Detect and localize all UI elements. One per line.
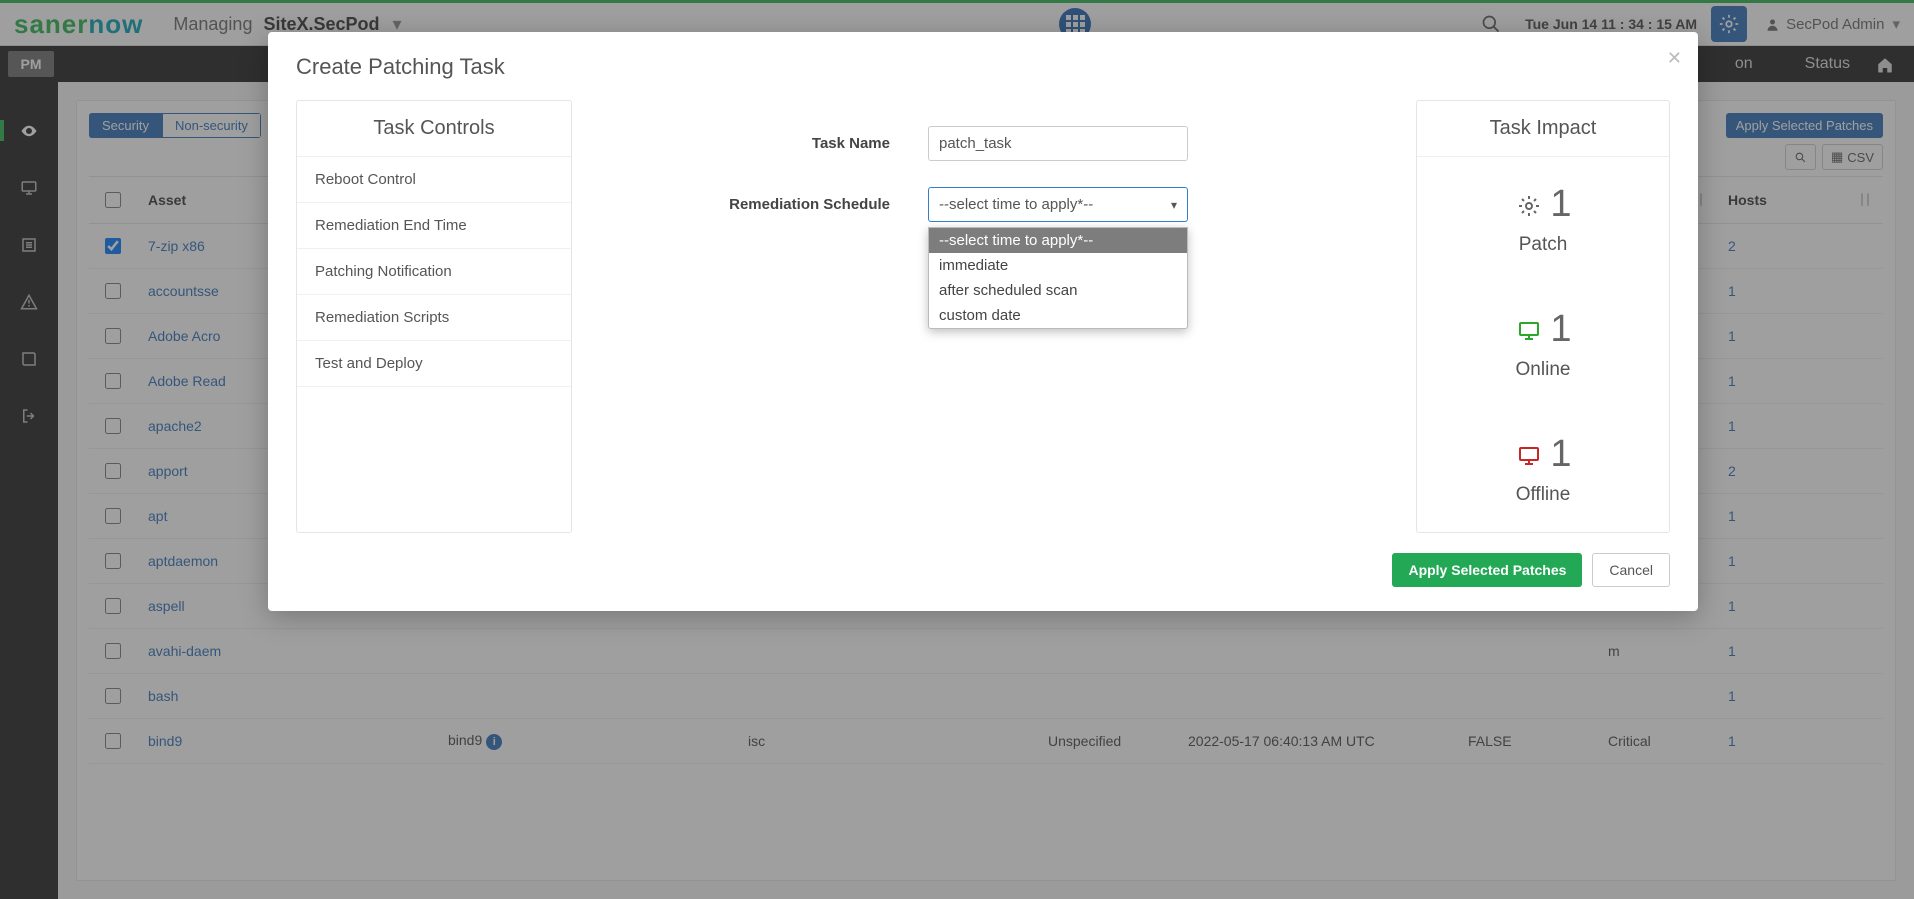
task-controls-header: Task Controls — [297, 101, 571, 157]
schedule-option[interactable]: custom date — [929, 303, 1187, 328]
online-label: Online — [1417, 359, 1669, 381]
schedule-option[interactable]: immediate — [929, 253, 1187, 278]
task-control-item[interactable]: Remediation End Time — [297, 203, 571, 249]
patch-count: 1 — [1550, 183, 1571, 225]
task-controls-card: Task Controls Reboot ControlRemediation … — [296, 100, 572, 533]
task-name-input[interactable] — [928, 126, 1188, 161]
task-control-item[interactable]: Reboot Control — [297, 157, 571, 203]
apply-selected-patches-button[interactable]: Apply Selected Patches — [1392, 553, 1582, 587]
cancel-button[interactable]: Cancel — [1592, 553, 1670, 587]
close-icon[interactable]: ✕ — [1667, 48, 1682, 69]
task-form: Task Name Remediation Schedule --select … — [598, 100, 1390, 533]
offline-label: Offline — [1417, 484, 1669, 506]
task-impact-header: Task Impact — [1417, 101, 1669, 157]
remediation-schedule-select[interactable]: --select time to apply*-- ▾ — [928, 187, 1188, 222]
offline-count: 1 — [1550, 433, 1571, 475]
task-control-item[interactable]: Remediation Scripts — [297, 295, 571, 341]
task-control-item[interactable]: Test and Deploy — [297, 341, 571, 387]
monitor-online-icon — [1514, 308, 1550, 350]
remediation-schedule-label: Remediation Schedule — [598, 196, 928, 213]
monitor-offline-icon — [1514, 433, 1550, 475]
schedule-dropdown[interactable]: --select time to apply*--immediateafter … — [928, 227, 1188, 329]
modal-title: Create Patching Task — [296, 54, 1670, 80]
create-patching-task-modal: ✕ Create Patching Task Task Controls Reb… — [268, 32, 1698, 611]
schedule-option[interactable]: after scheduled scan — [929, 278, 1187, 303]
task-name-label: Task Name — [598, 135, 928, 152]
task-control-item[interactable]: Patching Notification — [297, 249, 571, 295]
schedule-option[interactable]: --select time to apply*-- — [929, 228, 1187, 253]
task-impact-card: Task Impact 1 Patch 1 Online 1 Offline — [1416, 100, 1670, 533]
patch-label: Patch — [1417, 234, 1669, 256]
schedule-selected-value: --select time to apply*-- — [939, 196, 1093, 213]
chevron-down-icon: ▾ — [1171, 198, 1177, 212]
online-count: 1 — [1550, 308, 1571, 350]
gear-icon — [1514, 183, 1550, 225]
